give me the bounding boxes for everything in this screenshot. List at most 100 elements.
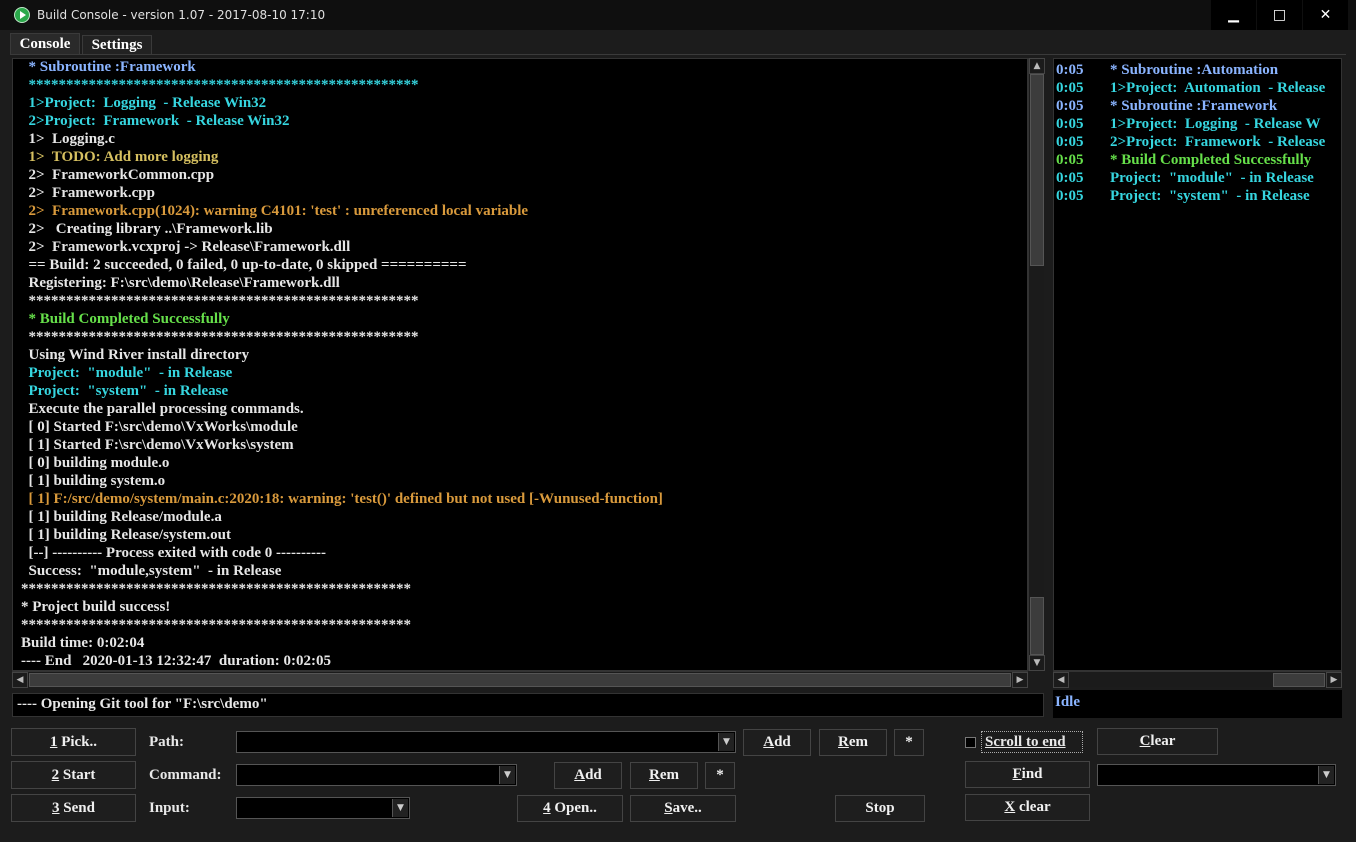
console-line: [ 0] building module.o [21, 455, 170, 471]
send-mnemonic: 3 [52, 799, 60, 816]
stop-button[interactable]: Stop [835, 795, 925, 822]
scroll-right-arrow-icon[interactable]: ▶ [1012, 672, 1028, 688]
tab-console[interactable]: Console [10, 33, 80, 54]
clear-mnemonic: C [1139, 733, 1151, 749]
scroll-to-end-checkbox[interactable] [965, 737, 976, 748]
open-label: Open.. [550, 800, 597, 816]
console-line: [ 1] building Release/module.a [21, 509, 222, 525]
console-line: Registering: F:\src\demo\Release\Framewo… [21, 275, 340, 291]
summary-scroll-left-arrow-icon[interactable]: ◀ [1053, 672, 1069, 688]
add-command-button[interactable]: Add [554, 762, 622, 789]
console-output[interactable]: * Subroutine :Framework ****************… [12, 58, 1028, 671]
save-mnemonic: S [664, 800, 673, 816]
find-mnemonic: F [1012, 766, 1022, 782]
add-path-button[interactable]: Add [743, 729, 811, 756]
console-line: 2> Creating library ..\Framework.lib [21, 221, 273, 237]
scroll-up-arrow-icon[interactable]: ▲ [1029, 58, 1045, 74]
console-line: [ 0] Started F:\src\demo\VxWorks\module [21, 419, 298, 435]
console-line: 2> Framework.cpp(1024): warning C4101: '… [21, 203, 529, 219]
console-line: Project: "system" - in Release [21, 383, 229, 399]
console-vertical-scrollbar[interactable]: ▲ ▼ [1028, 58, 1045, 671]
console-line: 2> Framework.vcxproj -> Release\Framewor… [21, 239, 351, 255]
rem-path-button[interactable]: Rem [819, 729, 887, 756]
x-clear-mnemonic: X [1004, 799, 1016, 815]
summary-text: Project: "module" - in Release [1110, 170, 1314, 186]
summary-text: * Build Completed Successfully [1110, 152, 1312, 168]
clear-label: lear [1150, 733, 1176, 749]
summary-time: 0:05 [1056, 170, 1084, 186]
send-label: Send [59, 799, 95, 816]
find-button[interactable]: Find [965, 761, 1090, 788]
console-line: 1> Logging.c [21, 131, 115, 147]
rem-path-mnemonic: R [838, 734, 849, 750]
summary-output[interactable]: 0:05 * Subroutine :Automation 0:05 1>Projec… [1053, 58, 1342, 671]
input-dropdown-arrow-icon[interactable]: ▼ [392, 799, 408, 817]
summary-scroll-right-arrow-icon[interactable]: ▶ [1326, 672, 1342, 688]
console-line: * Subroutine :Framework [21, 59, 196, 75]
state-text: Idle [1055, 694, 1081, 710]
console-line: 1> TODO: Add more logging [21, 149, 219, 165]
summary-time: 0:05 [1056, 116, 1084, 132]
open-button[interactable]: 4 Open.. [517, 795, 623, 822]
console-hscroll-thumb[interactable] [29, 673, 1011, 687]
find-combobox[interactable]: ▼ [1097, 764, 1336, 786]
x-clear-button[interactable]: X clear [965, 794, 1090, 821]
console-line: Build time: 0:02:04 [21, 635, 145, 651]
command-wildcard-button[interactable]: * [705, 762, 735, 789]
scroll-down-arrow-icon[interactable]: ▼ [1029, 655, 1045, 671]
maximize-button[interactable]: □ [1257, 0, 1302, 30]
console-line: ****************************************… [21, 77, 419, 93]
console-line: ****************************************… [21, 617, 411, 633]
console-line: ****************************************… [21, 581, 411, 597]
console-line: Success: "module,system" - in Release [21, 563, 282, 579]
console-line: [ 1] Started F:\src\demo\VxWorks\system [21, 437, 294, 453]
path-combobox[interactable]: ▼ [236, 731, 736, 753]
tab-divider [10, 54, 1346, 55]
console-line: ---- End 2020-01-13 12:32:47 duration: 0… [21, 653, 331, 669]
console-line: [ 1] building Release/system.out [21, 527, 232, 543]
scroll-to-end-focus[interactable]: Scroll to end [981, 731, 1083, 753]
tab-settings[interactable]: Settings [82, 35, 152, 54]
add-path-mnemonic: A [763, 734, 775, 750]
console-line: Using Wind River install directory [21, 347, 250, 363]
input-label: Input: [149, 800, 190, 816]
close-button[interactable]: ✕ [1303, 0, 1348, 30]
start-mnemonic: 2 [51, 766, 60, 783]
input-combobox[interactable]: ▼ [236, 797, 410, 819]
rem-command-button[interactable]: Rem [630, 762, 698, 789]
console-scroll-thumb-lower[interactable] [1030, 596, 1044, 655]
console-line: 2> Framework.cpp [21, 185, 155, 201]
find-dropdown-arrow-icon[interactable]: ▼ [1318, 766, 1334, 784]
rem-command-label: em [659, 767, 679, 783]
app-play-icon [14, 7, 30, 23]
send-button[interactable]: 3 Send [11, 794, 136, 822]
summary-text: * Subroutine :Automation [1110, 62, 1279, 78]
command-combobox[interactable]: ▼ [236, 764, 517, 786]
summary-horizontal-scrollbar[interactable]: ◀ ▶ [1053, 671, 1342, 688]
pick-button[interactable]: 1 Pick.. [11, 728, 136, 756]
clear-button[interactable]: Clear [1097, 728, 1218, 755]
path-dropdown-arrow-icon[interactable]: ▼ [718, 733, 734, 751]
scroll-left-arrow-icon[interactable]: ◀ [12, 672, 28, 688]
rem-path-label: em [848, 734, 868, 750]
console-line: == Build: 2 succeeded, 0 failed, 0 up-to… [21, 257, 467, 273]
console-horizontal-scrollbar[interactable]: ◀ ▶ [12, 671, 1028, 688]
summary-text: 1>Project: Logging - Release W [1110, 116, 1321, 132]
console-line: * Build Completed Successfully [21, 311, 230, 327]
summary-time: 0:05 [1056, 134, 1084, 150]
x-clear-label: clear [1015, 799, 1051, 815]
command-dropdown-arrow-icon[interactable]: ▼ [499, 766, 515, 784]
start-button[interactable]: 2 Start [11, 761, 136, 789]
console-line: ****************************************… [21, 329, 419, 345]
pick-mnemonic: 1 [49, 733, 58, 750]
minimize-button[interactable]: ▁ [1211, 0, 1256, 30]
console-scroll-thumb[interactable] [1030, 74, 1044, 266]
pick-label: Pick.. [57, 733, 98, 750]
summary-hscroll-thumb[interactable] [1273, 673, 1325, 687]
path-wildcard-button[interactable]: * [894, 729, 924, 756]
save-button[interactable]: Save.. [630, 795, 736, 822]
open-mnemonic: 4 [543, 800, 551, 816]
tab-bar [0, 30, 1356, 54]
summary-time: 0:05 [1056, 80, 1084, 96]
window-title: Build Console - version 1.07 - 2017-08-1… [37, 8, 326, 22]
